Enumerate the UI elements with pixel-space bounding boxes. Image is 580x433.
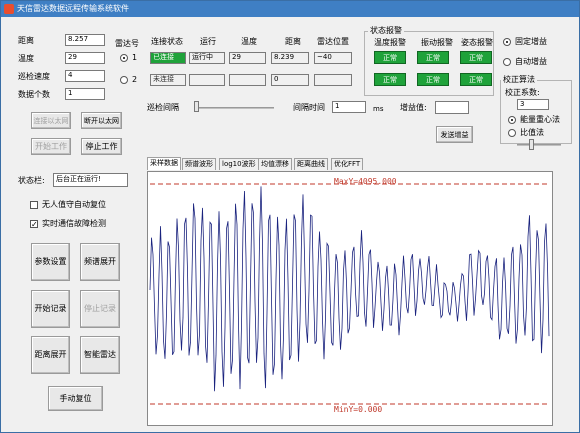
- vib-alarm-1-status: 正常: [417, 51, 449, 64]
- dist-header: 距离: [285, 37, 301, 46]
- radar-2-state: 未连接: [150, 74, 186, 86]
- energy-method-radio[interactable]: [508, 116, 516, 124]
- calib-slider[interactable]: [517, 144, 561, 146]
- radar-2-dist: 0: [271, 74, 309, 86]
- status-bar-field: 后台正在运行!: [53, 173, 128, 187]
- radar-1-pos: ~40: [314, 52, 352, 64]
- radar-pos-header: 雷达位置: [317, 37, 349, 46]
- waveform-series: [149, 186, 550, 392]
- disconnect-ethernet-button[interactable]: 断开以太网: [81, 112, 122, 129]
- realtime-check-label: 实时通信故障检测: [42, 219, 106, 228]
- vib-alarm-2-status: 正常: [417, 73, 449, 86]
- radar-2-num: 2: [132, 75, 138, 84]
- tab-mean-drift[interactable]: 均值漂移: [258, 158, 292, 170]
- temp-alarm-1-status: 正常: [374, 51, 406, 64]
- radar-1-radio[interactable]: [120, 54, 128, 62]
- send-gain-button[interactable]: 发送增益: [436, 126, 473, 143]
- ratio-method-label: 比值法: [520, 128, 544, 137]
- auto-gain-label: 自动增益: [515, 57, 547, 66]
- temp-alarm-label: 温度报警: [374, 38, 406, 47]
- min-annotation: MinY=0.000: [334, 405, 382, 414]
- pose-alarm-2-status: 正常: [460, 73, 492, 86]
- distance-label: 距离: [18, 36, 34, 45]
- energy-method-label: 能量重心法: [520, 115, 560, 124]
- tab-distance-curve[interactable]: 距离曲线: [294, 158, 328, 170]
- interval-unit: ms: [373, 105, 384, 113]
- scan-speed-field[interactable]: 4: [65, 70, 105, 82]
- radar-2-pos: [314, 74, 352, 86]
- calib-coef-field[interactable]: 3: [517, 99, 549, 110]
- waveform-plot: MaxY=4095.000 MinY=0.000: [147, 171, 553, 426]
- vib-alarm-label: 振动报警: [421, 38, 453, 47]
- start-work-button[interactable]: 开始工作: [31, 138, 71, 155]
- param-settings-button[interactable]: 参数设置: [31, 243, 70, 281]
- app-icon: [4, 4, 14, 14]
- interval-time-field[interactable]: 1: [332, 101, 366, 113]
- calib-group-title: 校正算法: [501, 75, 537, 85]
- manual-reset-button[interactable]: 手动复位: [48, 386, 103, 411]
- tab-spectrum-wave[interactable]: 频谱波形: [182, 158, 216, 170]
- stop-record-button[interactable]: 停止记录: [80, 290, 120, 328]
- scan-speed-label: 巡检速度: [18, 72, 50, 81]
- radar-2-radio[interactable]: [120, 76, 128, 84]
- radar-no-header: 雷达号: [115, 39, 139, 48]
- start-record-button[interactable]: 开始记录: [31, 290, 70, 328]
- data-count-field[interactable]: 1: [65, 88, 105, 100]
- window-title: 天信雷达数据远程传输系统软件: [17, 4, 129, 13]
- calib-coef-label: 校正系数:: [505, 88, 540, 97]
- max-annotation: MaxY=4095.000: [334, 177, 397, 186]
- auto-gain-radio[interactable]: [503, 58, 511, 66]
- gain-value-label: 增益值:: [400, 103, 427, 112]
- alarm-group-title: 状态报警: [368, 26, 404, 36]
- distance-field[interactable]: 8.257: [65, 34, 105, 46]
- main-window: 天信雷达数据远程传输系统软件 距离 8.257 温度 29 巡检速度 4 数据个…: [0, 0, 580, 433]
- realtime-check-checkbox[interactable]: ✓: [30, 220, 38, 229]
- temperature-field[interactable]: 29: [65, 52, 105, 64]
- tab-sample-data[interactable]: 采样数据: [147, 157, 181, 170]
- tab-optimized-fft[interactable]: 优化FFT: [331, 158, 364, 170]
- spectrum-expand-button[interactable]: 频谱展开: [80, 243, 120, 281]
- temp-alarm-2-status: 正常: [374, 73, 406, 86]
- radar-2-temp: [229, 74, 266, 86]
- stop-work-button[interactable]: 停止工作: [81, 138, 122, 155]
- scan-interval-slider[interactable]: [194, 107, 274, 109]
- auto-reset-label: 无人值守自动复位: [42, 200, 106, 209]
- calib-slider-thumb[interactable]: [529, 139, 534, 150]
- temp-header: 温度: [241, 37, 257, 46]
- radar-1-state: 已连接: [150, 52, 186, 64]
- waveform-chart: MaxY=4095.000 MinY=0.000: [149, 177, 550, 414]
- radar-2-run: [189, 74, 225, 86]
- ratio-method-radio[interactable]: [508, 129, 516, 137]
- temperature-label: 温度: [18, 54, 34, 63]
- auto-reset-checkbox[interactable]: [30, 201, 38, 209]
- conn-state-header: 连接状态: [151, 37, 183, 46]
- run-header: 运行: [200, 37, 216, 46]
- radar-1-dist: 8.239: [271, 52, 309, 64]
- status-bar-label: 状态栏:: [18, 176, 45, 185]
- pose-alarm-label: 姿态报警: [461, 38, 493, 47]
- fixed-gain-radio[interactable]: [503, 38, 511, 46]
- data-count-label: 数据个数: [18, 90, 50, 99]
- scan-interval-thumb[interactable]: [194, 101, 199, 112]
- tab-log10-wave[interactable]: log10波形: [219, 158, 259, 170]
- title-bar: 天信雷达数据远程传输系统软件: [1, 1, 579, 17]
- interval-time-label: 间隔时间: [293, 103, 325, 112]
- smart-radar-button[interactable]: 智能雷达: [80, 336, 120, 374]
- radar-1-num: 1: [132, 53, 138, 62]
- pose-alarm-1-status: 正常: [460, 51, 492, 64]
- scan-interval-label: 巡检间隔: [147, 103, 179, 112]
- fixed-gain-label: 固定增益: [515, 37, 547, 46]
- gain-value-field[interactable]: [435, 101, 469, 114]
- connect-ethernet-button[interactable]: 连接以太网: [31, 112, 71, 129]
- radar-1-run: 运行中: [189, 52, 225, 64]
- distance-expand-button[interactable]: 距离展开: [31, 336, 70, 374]
- radar-1-temp: 29: [229, 52, 266, 64]
